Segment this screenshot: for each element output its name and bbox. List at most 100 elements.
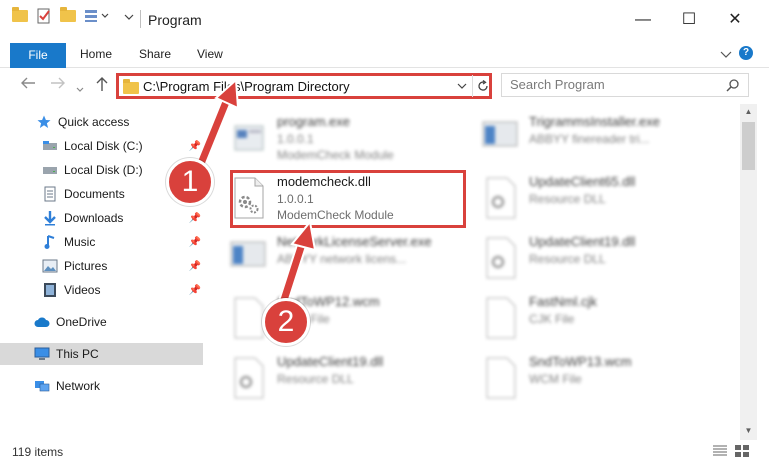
file-description: ModemCheck Module: [277, 148, 394, 162]
large-icons-view-icon[interactable]: [734, 444, 750, 458]
file-item-program-exe[interactable]: program.exe 1.0.0.1 ModemCheck Module: [207, 108, 447, 164]
file-description: ABBYY network licens...: [277, 252, 407, 266]
pictures-icon: [42, 258, 58, 274]
scrollbar-thumb[interactable]: [742, 122, 755, 170]
sidebar-item-label: Documents: [64, 187, 125, 201]
close-button[interactable]: ✕: [712, 8, 758, 32]
minimize-button[interactable]: —: [620, 8, 666, 32]
pin-icon[interactable]: 📌: [189, 237, 201, 248]
dll-gear-icon: [229, 356, 267, 400]
sidebar-item-label: OneDrive: [56, 315, 107, 329]
sidebar-item-label: Videos: [64, 283, 101, 297]
sidebar-item-label: Local Disk (D:): [64, 163, 143, 177]
pin-icon[interactable]: 📌: [189, 141, 201, 152]
back-arrow-icon[interactable]: [20, 76, 36, 94]
installer-icon: [229, 236, 267, 280]
customize-quick-access-icon[interactable]: [84, 9, 112, 23]
search-input[interactable]: [510, 77, 710, 92]
pin-icon[interactable]: 📌: [189, 261, 201, 272]
status-bar: 119 items: [0, 440, 769, 473]
sidebar-item-label: Pictures: [64, 259, 108, 273]
chevron-down-icon[interactable]: [124, 13, 134, 21]
address-bar[interactable]: C:\Program Files\Program Directory: [116, 73, 492, 99]
file-list: program.exe 1.0.0.1 ModemCheck Module Tr…: [207, 104, 740, 440]
refresh-icon: [477, 79, 488, 91]
file-name: SndToWP13.wcm: [529, 354, 632, 369]
sidebar-item-downloads[interactable]: Downloads 📌: [0, 207, 203, 229]
sidebar-item-onedrive[interactable]: OneDrive: [0, 311, 203, 333]
address-path: C:\Program Files\Program Directory: [143, 79, 350, 94]
computer-icon: [34, 346, 50, 362]
file-item-sndtowp13-wcm[interactable]: SndToWP13.wcm WCM File: [459, 348, 699, 404]
sidebar-item-music[interactable]: Music 📌: [0, 231, 203, 253]
folder-icon: [123, 79, 139, 94]
sidebar-item-pictures[interactable]: Pictures 📌: [0, 255, 203, 277]
up-arrow-icon[interactable]: [95, 76, 109, 96]
file-name: UpdateClient65.dll: [529, 174, 636, 189]
tab-home[interactable]: Home: [80, 40, 112, 68]
properties-icon[interactable]: [36, 8, 52, 24]
file-item-updateclient65-dll[interactable]: UpdateClient65.dll Resource DLL: [459, 168, 699, 224]
dll-gear-icon: [481, 176, 519, 220]
sidebar-item-label: Downloads: [64, 211, 124, 225]
tab-view[interactable]: View: [197, 40, 223, 68]
window-title: Program: [148, 12, 202, 28]
file-item-sndtowp12-wcm[interactable]: SndToWP12.wcm WCM File: [207, 288, 447, 344]
file-item-updateclient19-dll[interactable]: UpdateClient19.dll Resource DLL: [459, 228, 699, 284]
drive-icon: [42, 162, 58, 178]
download-icon: [42, 210, 58, 226]
file-name: UpdateClient19.dll: [277, 354, 384, 369]
music-icon: [42, 234, 58, 250]
file-name: TrigrammsInstaller.exe: [529, 114, 660, 129]
step-2-badge: 2: [262, 298, 310, 346]
file-description: ABBYY finereader tri...: [529, 132, 650, 146]
details-view-icon[interactable]: [712, 444, 728, 458]
search-box[interactable]: [501, 73, 749, 97]
file-description: Resource DLL: [277, 372, 354, 386]
file-item-updateclient19-dll-2[interactable]: UpdateClient19.dll Resource DLL: [207, 348, 447, 404]
highlight-box: [230, 170, 466, 228]
file-name: UpdateClient19.dll: [529, 234, 636, 249]
file-item-fastnml-cjk[interactable]: FastNml.cjk CJK File: [459, 288, 699, 344]
sidebar-item-network[interactable]: Network: [0, 375, 203, 397]
address-dropdown-chevron-icon[interactable]: [456, 78, 468, 97]
pin-icon[interactable]: 📌: [189, 213, 201, 224]
file-description: WCM File: [529, 372, 582, 386]
navigation-pane: Quick access Local Disk (C:) 📌 Local Dis…: [0, 104, 207, 440]
vertical-scrollbar[interactable]: ▲ ▼: [740, 104, 757, 440]
step-1-badge: 1: [166, 158, 214, 206]
item-count: 119 items: [12, 445, 64, 459]
star-icon: [36, 114, 52, 130]
help-icon[interactable]: ?: [739, 46, 753, 60]
file-name: NetworkLicenseServer.exe: [277, 234, 432, 249]
sidebar-item-videos[interactable]: Videos 📌: [0, 279, 203, 301]
ribbon-tabs: File Home Share View ?: [0, 40, 769, 68]
sidebar-item-label: This PC: [56, 347, 99, 361]
file-item-networklicenseserver-exe[interactable]: NetworkLicenseServer.exe ABBYY network l…: [207, 228, 447, 284]
drive-icon: [42, 138, 58, 154]
refresh-button[interactable]: [472, 75, 492, 97]
file-item-trigramms-installer[interactable]: TrigrammsInstaller.exe ABBYY finereader …: [459, 108, 699, 164]
tab-share[interactable]: Share: [139, 40, 171, 68]
forward-arrow-icon[interactable]: [50, 76, 66, 94]
expand-ribbon-icon[interactable]: [720, 48, 732, 62]
installer-icon: [481, 116, 519, 160]
recent-locations-chevron-icon[interactable]: [76, 80, 84, 97]
cloud-icon: [34, 314, 50, 330]
scroll-up-arrow-icon[interactable]: ▲: [740, 107, 757, 116]
scroll-down-arrow-icon[interactable]: ▼: [740, 426, 757, 435]
tab-file[interactable]: File: [10, 43, 66, 68]
blank-file-icon: [481, 296, 519, 340]
maximize-button[interactable]: ☐: [666, 8, 712, 32]
sidebar-item-label: Network: [56, 379, 101, 393]
network-icon: [34, 378, 50, 394]
dll-gear-icon: [481, 236, 519, 280]
new-folder-icon[interactable]: [60, 7, 76, 22]
sidebar-item-quick-access[interactable]: Quick access: [0, 111, 203, 133]
pin-icon[interactable]: 📌: [189, 285, 201, 296]
sidebar-item-local-disk-c[interactable]: Local Disk (C:) 📌: [0, 135, 203, 157]
sidebar-item-label: Local Disk (C:): [64, 139, 143, 153]
sidebar-item-this-pc[interactable]: This PC: [0, 343, 203, 365]
separator: [140, 10, 141, 28]
search-icon[interactable]: [726, 78, 740, 95]
